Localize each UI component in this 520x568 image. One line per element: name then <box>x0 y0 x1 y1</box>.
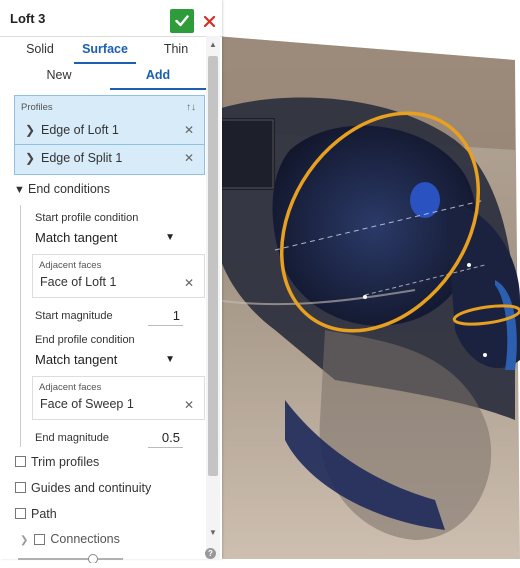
chevron-right-icon[interactable]: ❯ <box>20 535 28 546</box>
start-magnitude-underline <box>148 325 183 326</box>
guides-continuity-label: Guides and continuity <box>31 481 152 495</box>
start-condition-label: Start profile condition <box>35 212 139 224</box>
tab-solid[interactable]: Solid <box>10 38 70 62</box>
cancel-button[interactable] <box>200 10 218 32</box>
close-icon <box>203 15 215 27</box>
chevron-right-icon[interactable]: ❯ <box>25 151 35 165</box>
tab-surface[interactable]: Surface <box>74 38 136 64</box>
loft-feature-dialog: Loft 3 Solid Surface Thin New Add Profil… <box>0 0 222 564</box>
feature-title: Loft 3 <box>10 11 46 26</box>
scroll-down-icon[interactable]: ▼ <box>208 528 218 538</box>
path-checkbox[interactable]: Path <box>15 507 57 521</box>
end-conditions-header[interactable]: ▼ End conditions <box>14 182 110 196</box>
end-adjacent-value: Face of Sweep 1 <box>40 397 134 411</box>
profile-item[interactable]: ❯ Edge of Loft 1 ✕ <box>15 118 204 145</box>
end-conditions-label: End conditions <box>28 182 111 196</box>
end-magnitude-label: End magnitude <box>35 432 109 444</box>
model-render[interactable] <box>215 0 520 559</box>
start-condition-select[interactable]: Match tangent ▼ <box>35 230 185 250</box>
tab-add[interactable]: Add <box>110 64 206 90</box>
operation-selector: New Add <box>10 64 206 90</box>
guides-continuity-checkbox[interactable]: Guides and continuity <box>15 481 151 495</box>
chevron-down-icon: ▼ <box>165 354 175 365</box>
end-adjacent-faces-field[interactable]: Adjacent faces Face of Sweep 1 ✕ <box>32 376 205 420</box>
profiles-label: Profiles <box>21 102 53 113</box>
start-condition-value: Match tangent <box>35 230 118 245</box>
remove-icon[interactable]: ✕ <box>184 398 194 412</box>
profiles-list[interactable]: Profiles ↑↓ ❯ Edge of Loft 1 ✕ ❯ Edge of… <box>14 95 205 175</box>
end-condition-select[interactable]: Match tangent ▼ <box>35 352 185 372</box>
profile-item-label: Edge of Loft 1 <box>41 123 119 137</box>
checkbox-box[interactable] <box>15 456 26 468</box>
end-magnitude-underline <box>148 447 183 448</box>
profile-item[interactable]: ❯ Edge of Split 1 ✕ <box>15 146 204 172</box>
3d-viewport[interactable] <box>215 0 520 559</box>
scroll-up-icon[interactable]: ▲ <box>208 40 218 50</box>
trim-profiles-checkbox[interactable]: Trim profiles <box>15 455 99 469</box>
connections-row[interactable]: ❯ Connections <box>20 532 120 546</box>
remove-icon[interactable]: ✕ <box>184 276 194 290</box>
start-adjacent-label: Adjacent faces <box>39 260 102 271</box>
path-label: Path <box>31 507 57 521</box>
sort-icon[interactable]: ↑↓ <box>186 102 196 113</box>
remove-icon[interactable]: ✕ <box>184 151 194 165</box>
profile-item-label: Edge of Split 1 <box>41 151 123 165</box>
checkbox-box[interactable] <box>15 508 26 520</box>
chevron-right-icon[interactable]: ❯ <box>25 123 35 137</box>
detail-slider[interactable] <box>18 550 123 564</box>
tab-thin[interactable]: Thin <box>146 38 206 62</box>
end-condition-value: Match tangent <box>35 352 118 367</box>
tab-new[interactable]: New <box>10 64 108 88</box>
remove-icon[interactable]: ✕ <box>184 123 194 137</box>
checkbox-box[interactable] <box>15 482 26 494</box>
checkmark-icon <box>175 15 189 27</box>
confirm-button[interactable] <box>170 9 194 33</box>
checkbox-box[interactable] <box>34 534 46 546</box>
start-adjacent-value: Face of Loft 1 <box>40 275 117 289</box>
chevron-down-icon: ▼ <box>14 184 25 196</box>
chevron-down-icon: ▼ <box>165 232 175 243</box>
scrollbar-thumb[interactable] <box>208 56 218 476</box>
end-condition-label: End profile condition <box>35 334 135 346</box>
trim-profiles-label: Trim profiles <box>31 455 100 469</box>
end-magnitude-input[interactable]: 0.5 <box>140 430 180 445</box>
dialog-titlebar: Loft 3 <box>0 0 222 37</box>
creation-type-selector: Solid Surface Thin <box>10 38 206 64</box>
connections-label: Connections <box>50 532 120 546</box>
section-indent-line <box>20 205 21 447</box>
end-adjacent-label: Adjacent faces <box>39 382 102 393</box>
start-adjacent-faces-field[interactable]: Adjacent faces Face of Loft 1 ✕ <box>32 254 205 298</box>
help-icon[interactable]: ? <box>205 548 216 559</box>
start-magnitude-input[interactable]: 1 <box>140 308 180 323</box>
start-magnitude-label: Start magnitude <box>35 310 113 322</box>
